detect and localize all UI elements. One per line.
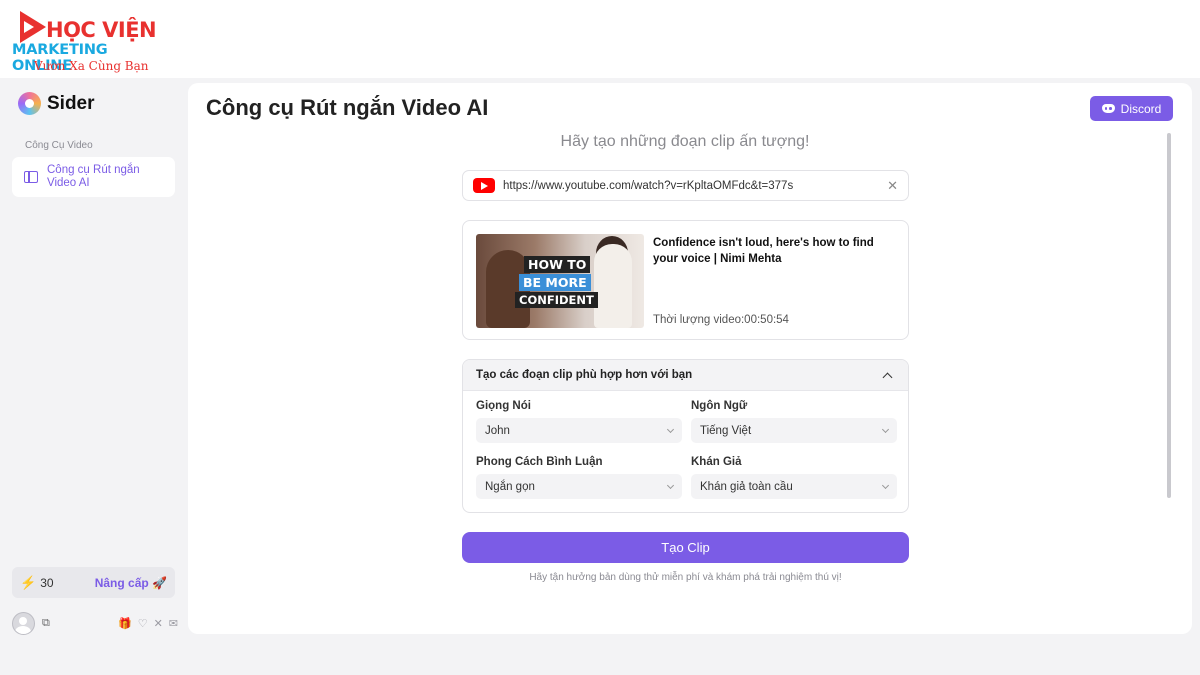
chevron-down-icon [881,481,890,489]
watermark-line3: Vươn Xa Cùng Bạn [34,59,149,73]
discord-button[interactable]: Discord [1090,96,1173,121]
chevron-down-icon [881,425,890,433]
section-label: Công Cụ Video [25,140,93,151]
language-value: Tiếng Việt [700,424,752,437]
options-header[interactable]: Tạo các đoạn clip phù hợp hơn với bạn [463,360,908,391]
avatar[interactable] [12,611,35,635]
chevron-up-icon[interactable] [882,372,893,382]
top-band [0,0,1200,78]
language-select[interactable]: Tiếng Việt [691,418,897,443]
scrollbar[interactable] [1167,133,1171,498]
upgrade-link[interactable]: Nâng cấp 🚀 [95,576,167,590]
watermark-line1: HỌC VIỆN [46,18,157,42]
bolt-icon: ⚡ [20,574,37,590]
credits-bar: ⚡ 30 Nâng cấp 🚀 [12,567,175,598]
clear-icon[interactable]: ✕ [887,178,898,194]
main-panel: Công cụ Rút ngắn Video AI Discord Hãy tạ… [188,83,1192,634]
voice-select[interactable]: John [476,418,682,443]
video-card: HOW TO BE MORE CONFIDENT Confidence isn'… [462,220,909,340]
upgrade-label: Nâng cấp [94,575,149,590]
watermark-logo: HỌC VIỆN MARKETING ONLINE Vươn Xa Cùng B… [10,8,160,74]
devices-icon[interactable]: ⧉ [42,617,50,630]
audience-field: Khán Giả Khán giả toàn cầu [691,456,897,499]
sidebar-item-label: Công cụ Rút ngắn Video AI [47,164,140,189]
mail-icon[interactable]: ✉ [169,617,178,630]
options-heading: Tạo các đoạn clip phù hợp hơn với bạn [476,369,693,381]
rocket-icon: 🚀 [152,575,167,590]
subtitle: Hãy tạo những đoạn clip ấn tượng! [560,133,810,150]
language-field: Ngôn Ngữ Tiếng Việt [691,400,897,443]
video-panel-icon [24,171,38,183]
youtube-icon [473,178,495,193]
discord-icon [1101,104,1115,113]
gift-icon[interactable]: 🎁 [118,617,132,630]
style-select[interactable]: Ngắn gọn [476,474,682,499]
chevron-down-icon [666,481,675,489]
url-input[interactable]: https://www.youtube.com/watch?v=rKpltaOM… [462,170,909,201]
style-value: Ngắn gọn [485,480,535,493]
voice-field: Giọng Nói John [476,400,682,443]
thumb-text-1: HOW TO [524,256,591,273]
footer-icons: 🎁 ♡ ✕ ✉ [118,617,178,630]
thumb-text-3: CONFIDENT [515,292,598,308]
style-field: Phong Cách Bình Luận Ngắn gọn [476,456,682,499]
sider-brand-name: Sider [47,92,95,114]
language-label: Ngôn Ngữ [691,400,748,412]
sidebar-footer: ⧉ 🎁 ♡ ✕ ✉ [12,611,178,635]
discord-label: Discord [1120,101,1162,116]
play-logo-icon [20,11,46,43]
thumb-text-2: BE MORE [519,274,591,291]
audience-select[interactable]: Khán giả toàn cầu [691,474,897,499]
video-duration: Thời lượng video:00:50:54 [653,314,789,326]
sidebar-item-video-shortener[interactable]: Công cụ Rút ngắn Video AI [12,157,175,197]
url-value[interactable]: https://www.youtube.com/watch?v=rKpltaOM… [503,180,793,192]
x-icon[interactable]: ✕ [154,617,163,630]
trial-note: Hãy tận hưởng bản dùng thử miễn phí và k… [529,572,842,583]
sidebar: Sider Công Cụ Video Công cụ Rút ngắn Vid… [0,78,188,640]
page-title: Công cụ Rút ngắn Video AI [206,95,489,120]
credits-count: 30 [40,575,54,590]
audience-label: Khán Giả [691,456,742,468]
create-clip-button[interactable]: Tạo Clip [462,532,909,563]
chevron-down-icon [666,425,675,433]
video-title: Confidence isn't loud, here's how to fin… [653,237,874,265]
options-panel: Tạo các đoạn clip phù hợp hơn với bạn Gi… [462,359,909,513]
sider-logo[interactable]: Sider [18,92,95,115]
style-label: Phong Cách Bình Luận [476,456,603,468]
sider-brain-icon [18,92,41,115]
video-thumbnail: HOW TO BE MORE CONFIDENT [476,234,644,328]
audience-value: Khán giả toàn cầu [700,480,793,493]
heart-icon[interactable]: ♡ [138,617,148,630]
voice-label: Giọng Nói [476,400,531,412]
voice-value: John [485,424,510,437]
